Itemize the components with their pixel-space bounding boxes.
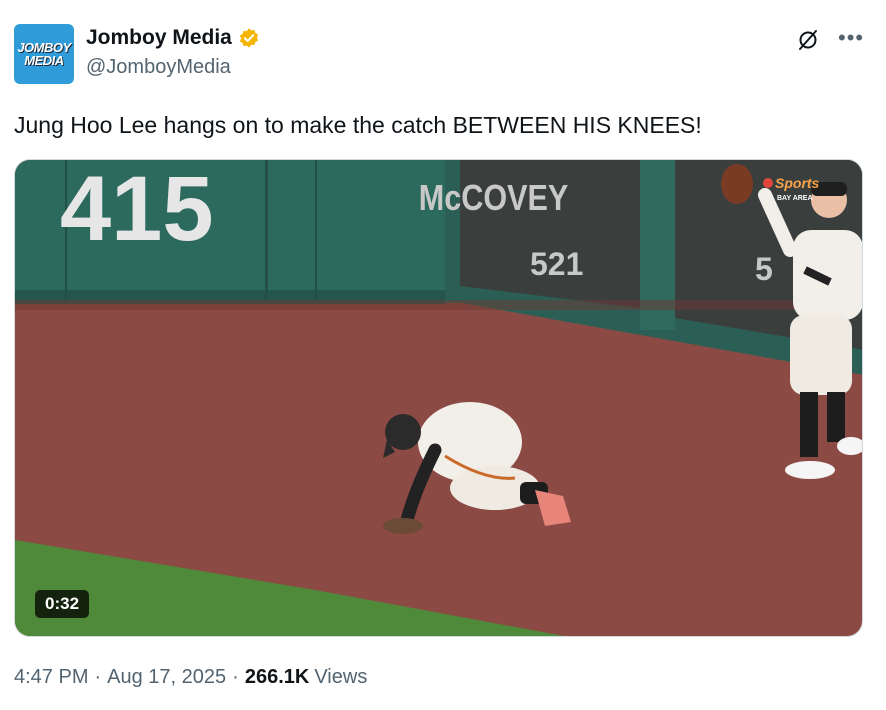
broadcaster-logo: Sports bbox=[775, 175, 820, 191]
author-name[interactable]: Jomboy Media bbox=[86, 26, 232, 50]
views-label: Views bbox=[314, 666, 368, 688]
sign-partial: 5 bbox=[755, 251, 773, 287]
sign-number: 521 bbox=[530, 246, 583, 282]
meta-separator: · bbox=[94, 666, 102, 688]
broadcaster-sub: BAY AREA bbox=[777, 195, 813, 202]
avatar-text-line2: MEDIA bbox=[24, 53, 64, 68]
tweet-text: Jung Hoo Lee hangs on to make the catch … bbox=[14, 112, 702, 138]
tweet-date[interactable]: Aug 17, 2025 bbox=[107, 666, 226, 689]
name-row: Jomboy Media bbox=[86, 26, 260, 50]
video-duration: 0:32 bbox=[35, 590, 90, 618]
tweet-meta: 4:47 PM · Aug 17, 2025 · 266.1K Views bbox=[14, 666, 367, 689]
tweet-time[interactable]: 4:47 PM bbox=[14, 666, 88, 689]
wall-number: 415 bbox=[60, 160, 214, 260]
tweet-header: JOMBOY MEDIA Jomboy Media @JomboyMedia •… bbox=[14, 22, 872, 84]
sign-name: McCOVEY bbox=[419, 179, 569, 219]
meta-separator: · bbox=[232, 666, 239, 688]
verified-badge-icon[interactable] bbox=[238, 27, 260, 49]
video-frame: 415 McCOVEY 521 5 Sports BAY AREA bbox=[15, 160, 862, 636]
views-count[interactable]: 266.1K bbox=[245, 666, 310, 689]
author-handle[interactable]: @JomboyMedia bbox=[86, 56, 231, 79]
avatar[interactable]: JOMBOY MEDIA bbox=[14, 24, 74, 84]
more-icon[interactable]: ••• bbox=[838, 27, 864, 49]
video-player[interactable]: 415 McCOVEY 521 5 Sports BAY AREA 0:32 bbox=[14, 159, 863, 637]
grok-icon[interactable] bbox=[796, 28, 820, 52]
